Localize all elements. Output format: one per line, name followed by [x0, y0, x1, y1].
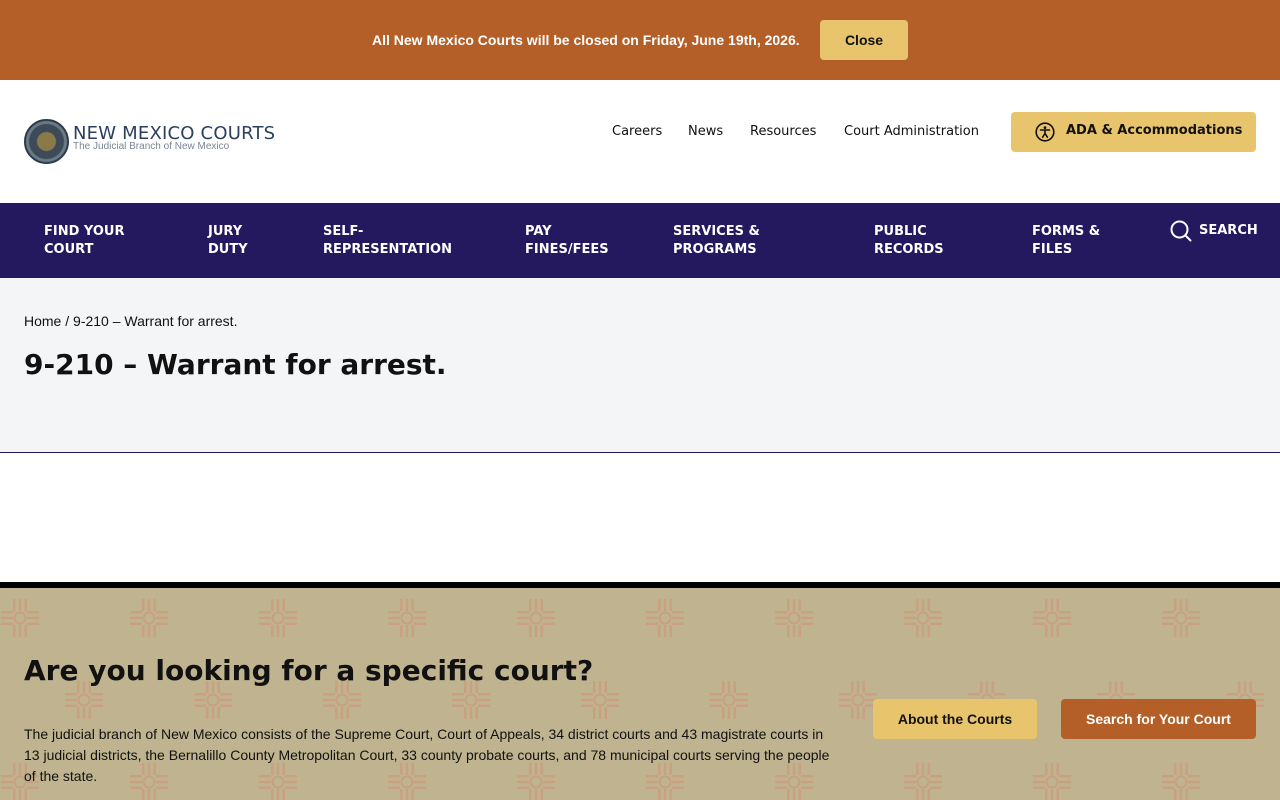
- utility-nav: Careers News Resources Court Administrat…: [0, 124, 1000, 144]
- zia-symbol-icon: [838, 680, 878, 720]
- nav-link-court-administration[interactable]: Court Administration: [844, 124, 979, 139]
- about-the-courts-button[interactable]: About the Courts: [873, 699, 1037, 739]
- close-alert-button[interactable]: Close: [820, 20, 908, 60]
- zia-symbol-icon: [387, 598, 427, 638]
- nav-item-line: FINES/FEES: [525, 242, 609, 257]
- nav-item-line: RECORDS: [874, 242, 944, 257]
- main-nav: FIND YOUR COURT JURY DUTY SELF- REPRESEN…: [0, 203, 1280, 278]
- zia-symbol-icon: [903, 598, 943, 638]
- breadcrumb-separator: /: [61, 313, 74, 329]
- zia-symbol-icon: [774, 598, 814, 638]
- ada-label: ADA & Accommodations: [1066, 123, 1243, 138]
- zia-symbol-icon: [516, 598, 556, 638]
- search-label: SEARCH: [1199, 223, 1258, 238]
- zia-symbol-icon: [903, 762, 943, 800]
- zia-symbol-icon: [645, 598, 685, 638]
- search-for-your-court-button[interactable]: Search for Your Court: [1061, 699, 1256, 739]
- nav-item-line: FORMS &: [1032, 224, 1101, 239]
- breadcrumb: Home / 9-210 – Warrant for arrest.: [24, 313, 237, 329]
- nav-item-forms-files[interactable]: FORMS & FILES: [1032, 223, 1100, 259]
- zia-symbol-icon: [129, 598, 169, 638]
- nav-link-resources[interactable]: Resources: [750, 124, 816, 139]
- page-header: Home / 9-210 – Warrant for arrest. 9-210…: [0, 278, 1280, 453]
- search-icon: [1170, 220, 1192, 242]
- nav-item-line: PUBLIC: [874, 224, 927, 239]
- page-title: 9-210 – Warrant for arrest.: [24, 348, 447, 381]
- nav-link-careers[interactable]: Careers: [612, 124, 662, 139]
- zia-symbol-icon: [1161, 598, 1201, 638]
- nav-item-line: PAY: [525, 224, 552, 239]
- nav-item-line: JURY: [208, 224, 243, 239]
- nav-item-services-programs[interactable]: SERVICES & PROGRAMS: [673, 223, 760, 259]
- ada-accommodations-button[interactable]: ADA & Accommodations: [1011, 112, 1256, 152]
- nav-item-line: COURT: [44, 242, 94, 257]
- nav-item-line: FIND YOUR: [44, 224, 125, 239]
- site-header: NEW MEXICO COURTS The Judicial Branch of…: [0, 80, 1280, 203]
- zia-symbol-icon: [1161, 762, 1201, 800]
- zia-symbol-icon: [258, 598, 298, 638]
- nav-item-find-your-court[interactable]: FIND YOUR COURT: [44, 223, 124, 259]
- cta-title: Are you looking for a specific court?: [24, 654, 594, 687]
- cta-description: The judicial branch of New Mexico consis…: [24, 726, 830, 784]
- zia-symbol-icon: [0, 598, 40, 638]
- nav-item-line: REPRESENTATION: [323, 242, 452, 257]
- zia-symbol-icon: [1032, 762, 1072, 800]
- nav-item-self-representation[interactable]: SELF- REPRESENTATION: [323, 223, 452, 259]
- nav-item-line: DUTY: [208, 242, 248, 257]
- nav-item-jury-duty[interactable]: JURY DUTY: [208, 223, 248, 259]
- zia-symbol-icon: [709, 680, 749, 720]
- alert-message: All New Mexico Courts will be closed on …: [372, 32, 800, 48]
- alert-bar: All New Mexico Courts will be closed on …: [0, 0, 1280, 80]
- nav-item-line: SERVICES &: [673, 224, 760, 239]
- accessibility-icon: [1035, 122, 1055, 142]
- nav-item-pay-fines-fees[interactable]: PAY FINES/FEES: [525, 223, 609, 259]
- breadcrumb-home[interactable]: Home: [24, 313, 61, 329]
- zia-symbol-icon: [1032, 598, 1072, 638]
- nav-item-line: SELF-: [323, 224, 364, 239]
- nav-link-news[interactable]: News: [688, 124, 723, 139]
- court-finder-cta: Are you looking for a specific court? Th…: [0, 588, 1280, 800]
- nav-item-line: PROGRAMS: [673, 242, 757, 257]
- breadcrumb-current: 9-210 – Warrant for arrest.: [73, 313, 238, 329]
- nav-item-line: FILES: [1032, 242, 1073, 257]
- nav-item-public-records[interactable]: PUBLIC RECORDS: [874, 223, 944, 259]
